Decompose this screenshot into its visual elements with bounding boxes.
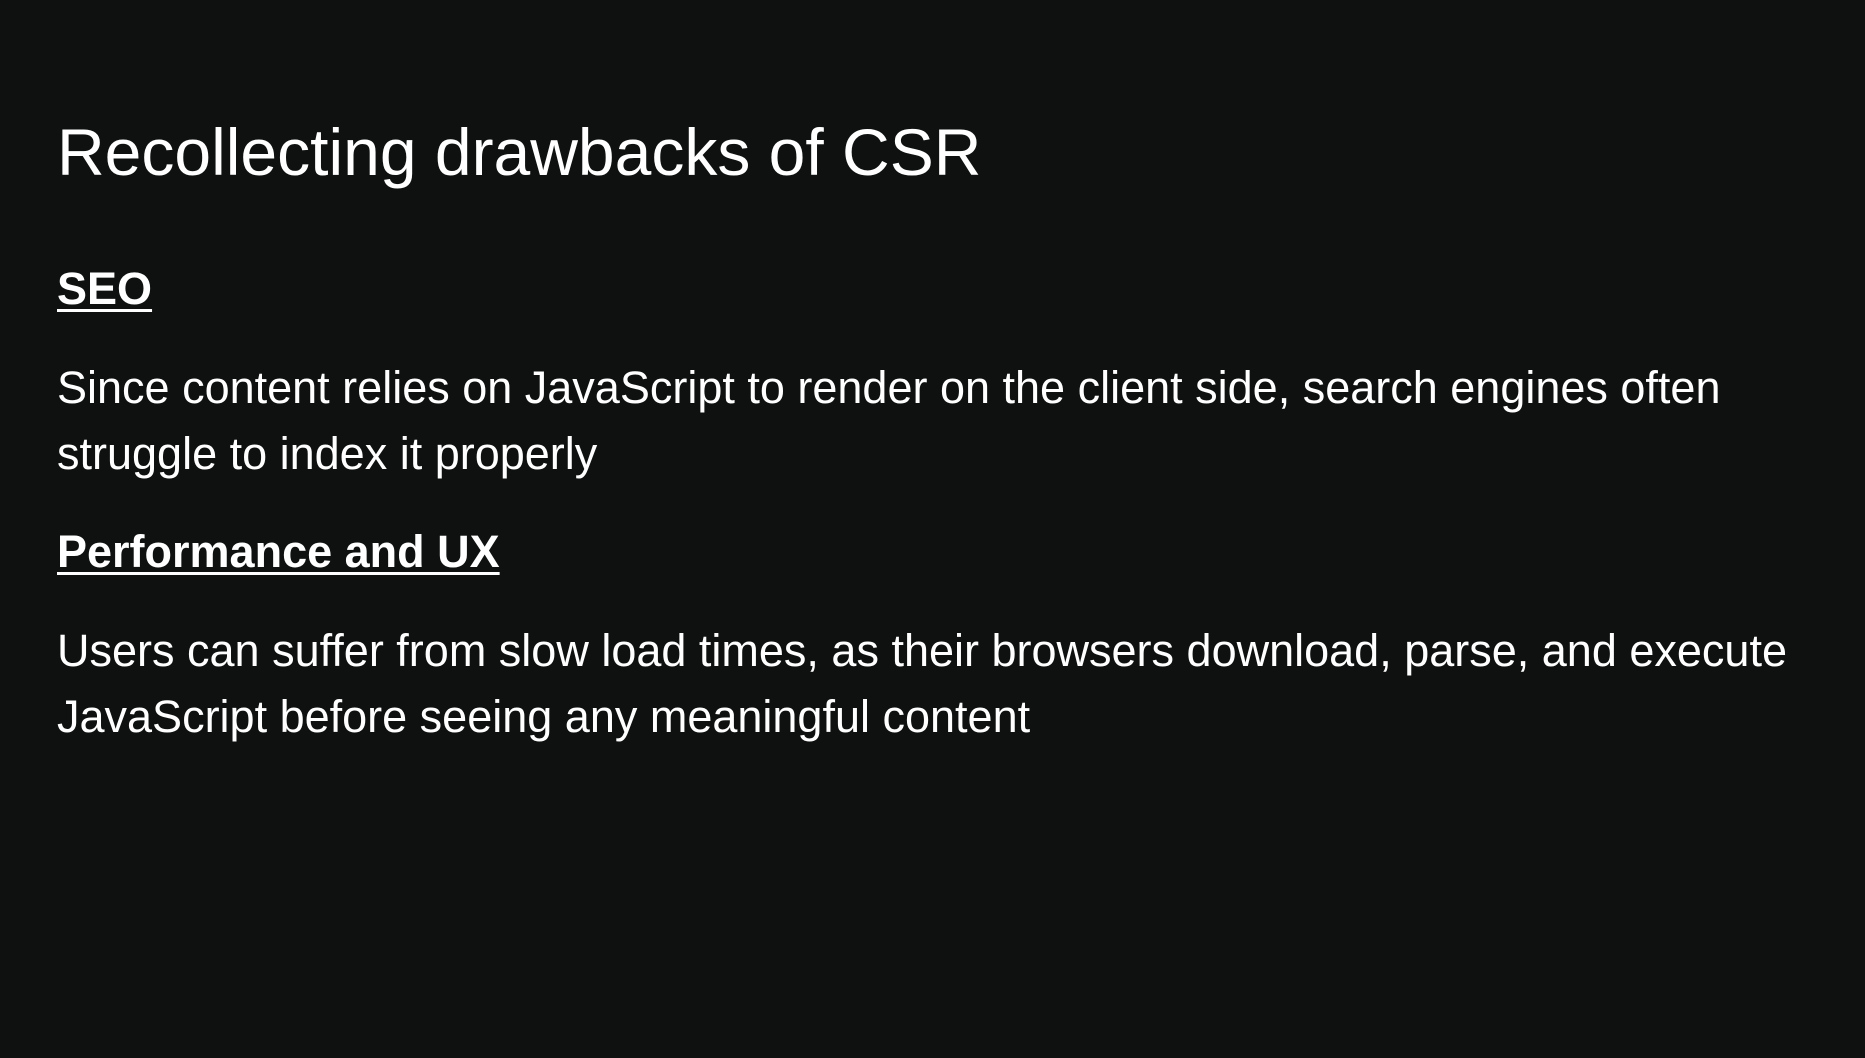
- section-heading-seo: SEO: [57, 263, 153, 314]
- slide: Recollecting drawbacks of CSR SEO Since …: [0, 0, 1865, 1058]
- slide-title: Recollecting drawbacks of CSR: [57, 115, 982, 189]
- section-heading-performance: Performance and UX: [57, 526, 500, 577]
- section-body-performance: Users can suffer from slow load times, a…: [57, 625, 1787, 742]
- section-body-seo: Since content relies on JavaScript to re…: [57, 362, 1721, 479]
